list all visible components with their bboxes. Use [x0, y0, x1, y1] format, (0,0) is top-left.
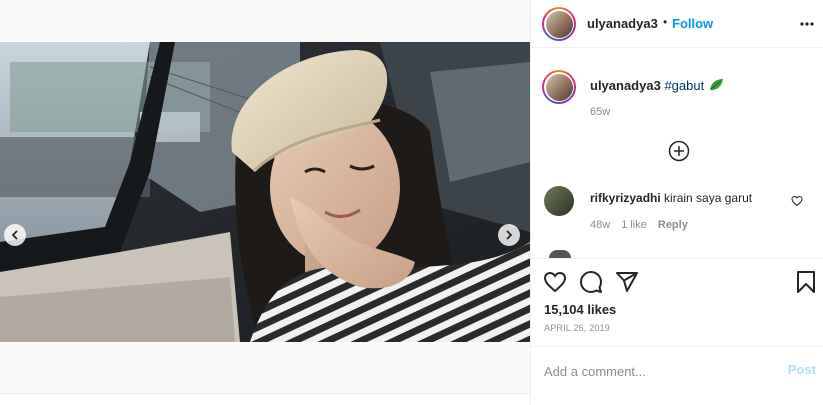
caption-hashtag[interactable]: #gabut	[664, 78, 704, 93]
post-header: ulyanadya3 • Follow	[531, 0, 823, 48]
post-comment-button[interactable]: Post	[788, 362, 816, 377]
post-photo-image	[0, 42, 530, 342]
comment-text: kirain saya garut	[664, 191, 753, 205]
commenter-username[interactable]: rifkyrizyadhi	[590, 191, 661, 205]
more-options-button[interactable]	[799, 16, 815, 32]
photo-bottom-strip	[0, 393, 530, 405]
comment-form: Post	[531, 346, 823, 405]
send-icon	[616, 272, 638, 292]
caption-avatar[interactable]	[542, 70, 576, 104]
action-bar	[543, 270, 818, 294]
post-details-panel: ulyanadya3 • Follow ulyanadya3 #gabut 65…	[530, 0, 823, 405]
likes-count[interactable]: 15,104 likes	[544, 302, 616, 317]
plus-circle-icon	[668, 140, 690, 162]
carousel-next-button[interactable]	[498, 224, 520, 246]
next-commenter-avatar-partial	[549, 250, 571, 258]
comment-input[interactable]	[544, 361, 774, 381]
commenter-avatar[interactable]	[544, 186, 574, 216]
author-avatar[interactable]	[542, 7, 576, 41]
comment-like-button[interactable]	[791, 195, 803, 207]
follow-separator: •	[663, 15, 668, 29]
like-button[interactable]	[543, 270, 567, 294]
caption-username[interactable]: ulyanadya3	[590, 78, 661, 93]
caption-age[interactable]: 65w	[590, 106, 610, 118]
chevron-left-icon	[11, 230, 18, 240]
carousel-prev-button[interactable]	[4, 224, 26, 246]
leaf-icon	[709, 79, 723, 91]
post-date[interactable]: APRIL 26, 2019	[544, 323, 610, 333]
comment-reply-button[interactable]: Reply	[658, 219, 688, 231]
author-username[interactable]: ulyanadya3	[587, 16, 658, 31]
comment-icon	[580, 271, 602, 293]
divider	[531, 258, 823, 259]
heart-icon	[543, 271, 567, 293]
caption-line: ulyanadya3 #gabut	[590, 78, 724, 93]
comment-meta: 48w 1 like Reply	[590, 219, 688, 231]
heart-small-icon	[791, 195, 803, 207]
bookmark-icon	[797, 271, 815, 293]
comment-button[interactable]	[579, 270, 603, 294]
comment-likes[interactable]: 1 like	[621, 219, 647, 231]
save-button[interactable]	[794, 270, 818, 294]
chevron-right-icon	[506, 230, 513, 240]
load-more-comments-button[interactable]	[668, 140, 690, 162]
follow-button[interactable]: Follow	[672, 16, 713, 31]
post-photo[interactable]	[0, 42, 530, 342]
instagram-post-modal: ulyanadya3 • Follow ulyanadya3 #gabut 65…	[0, 0, 823, 405]
comment-line: rifkyrizyadhi kirain saya garut	[590, 191, 752, 205]
more-horizontal-icon	[800, 22, 814, 26]
share-button[interactable]	[615, 270, 639, 294]
comment-age[interactable]: 48w	[590, 219, 610, 231]
